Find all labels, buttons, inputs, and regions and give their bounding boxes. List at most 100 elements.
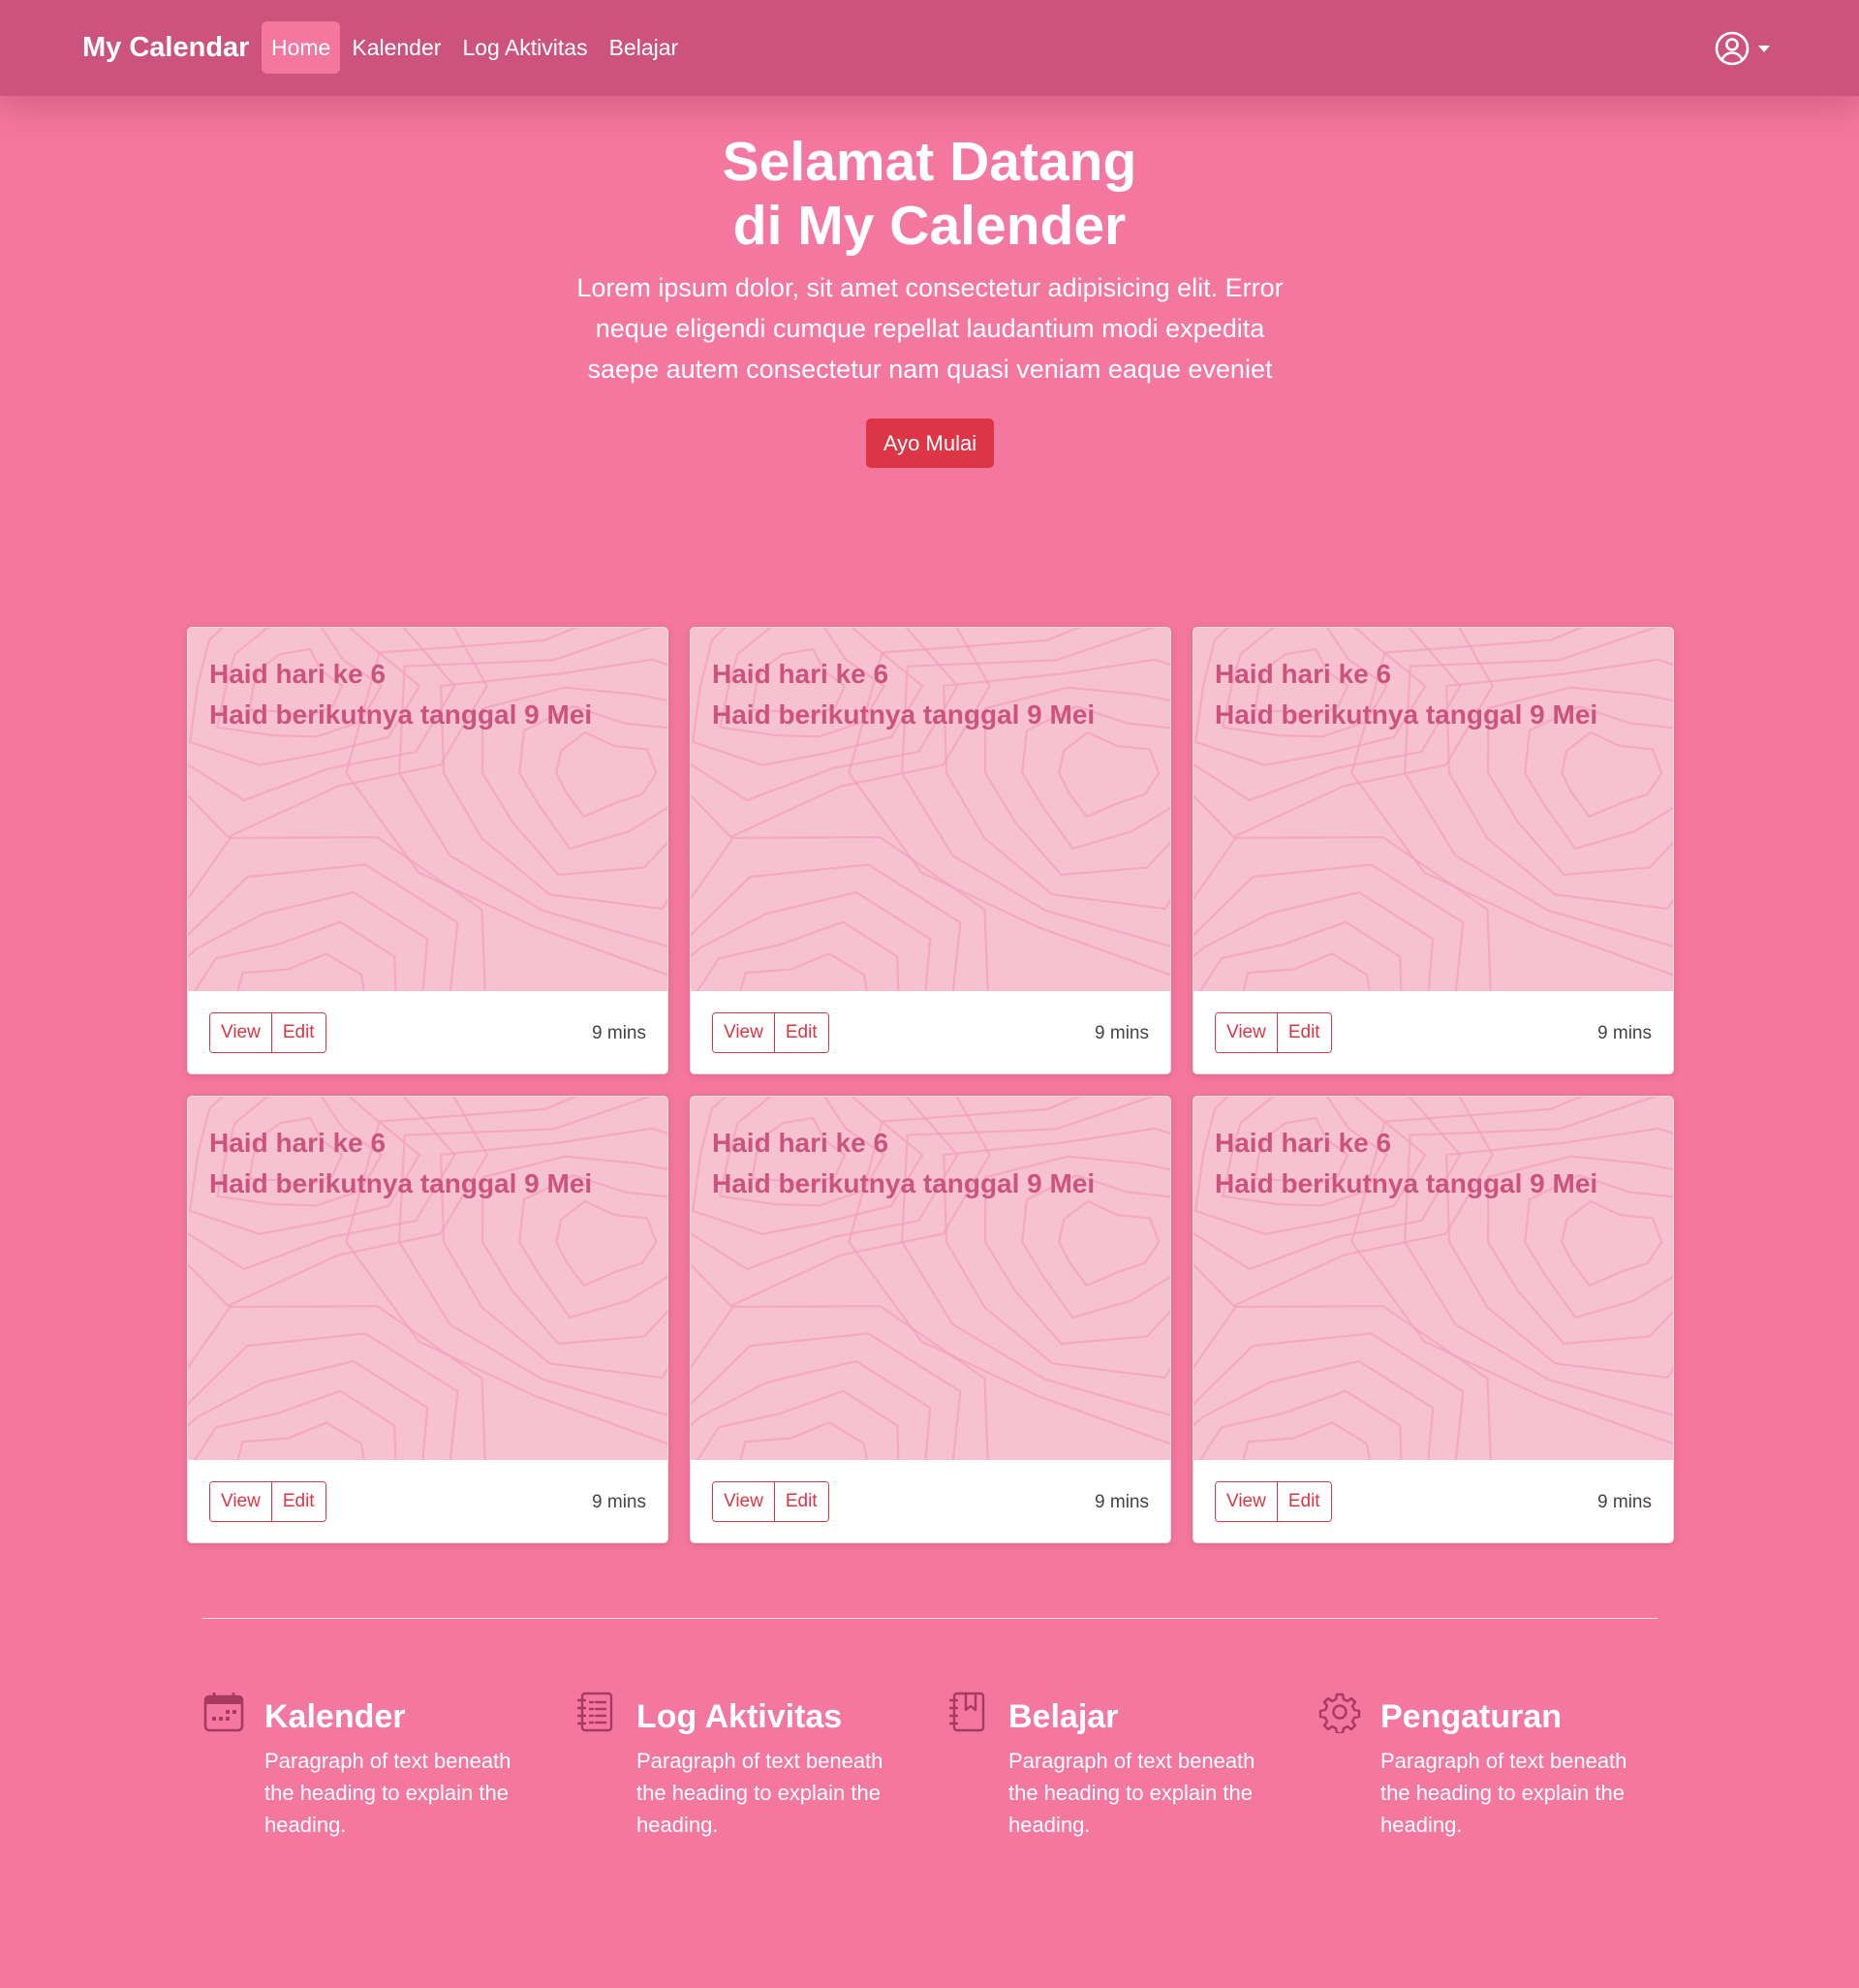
nav-link-log-aktivitas[interactable]: Log Aktivitas (452, 21, 597, 74)
contour-line (193, 920, 397, 991)
gear-icon (1318, 1691, 1361, 1735)
card-title-line2: Haid berikutnya tanggal 9 Mei (209, 699, 593, 730)
card-footer: View Edit 9 mins (691, 1460, 1170, 1542)
edit-button[interactable]: Edit (773, 1013, 828, 1052)
contour-line (1561, 1199, 1663, 1288)
card-image: Haid hari ke 6 Haid berikutnya tanggal 9… (188, 628, 667, 991)
info-card: Haid hari ke 6 Haid berikutnya tanggal 9… (187, 1096, 668, 1543)
view-button[interactable]: View (713, 1482, 774, 1521)
card-button-group: View Edit (1215, 1012, 1332, 1053)
contour-line (1058, 1199, 1161, 1288)
contour-line (1193, 1305, 1492, 1460)
feature-text: Paragraph of text beneath the heading to… (1008, 1749, 1255, 1837)
card-title-line2: Haid berikutnya tanggal 9 Mei (1215, 699, 1598, 730)
card-footer: View Edit 9 mins (1193, 991, 1673, 1073)
contour-line (188, 836, 486, 991)
view-button[interactable]: View (713, 1013, 774, 1052)
view-button[interactable]: View (1216, 1013, 1277, 1052)
brand-link[interactable]: My Calendar (82, 32, 249, 64)
card-title-line1: Haid hari ke 6 (209, 659, 387, 689)
view-button[interactable]: View (1216, 1482, 1277, 1521)
edit-button[interactable]: Edit (1276, 1013, 1331, 1052)
hero-title-line2: di My Calender (732, 195, 1127, 257)
contour-line (1193, 1332, 1465, 1460)
card-title-line2: Haid berikutnya tanggal 9 Mei (209, 1168, 593, 1198)
feature-title: Belajar (1008, 1698, 1119, 1735)
card-footer: View Edit 9 mins (1193, 1460, 1673, 1542)
contour-line (739, 1421, 869, 1460)
contour-line (188, 863, 459, 991)
view-button[interactable]: View (210, 1013, 271, 1052)
card-time: 9 mins (1597, 1023, 1652, 1043)
card-time: 9 mins (1095, 1023, 1149, 1043)
contour-line (691, 836, 989, 991)
contour-line (691, 1332, 962, 1460)
navbar: My Calendar Home Kalender Log Aktivitas … (0, 0, 1859, 96)
contour-line (1242, 1421, 1372, 1460)
journal-bookmark-icon (946, 1691, 989, 1733)
nav-link-home[interactable]: Home (262, 21, 341, 74)
card-title: Haid hari ke 6 Haid berikutnya tanggal 9… (209, 1123, 655, 1204)
card-image: Haid hari ke 6 Haid berikutnya tanggal 9… (1193, 628, 1673, 991)
nav-link-belajar[interactable]: Belajar (600, 21, 689, 74)
card-footer: View Edit 9 mins (691, 991, 1170, 1073)
card-title-line1: Haid hari ke 6 (712, 659, 889, 689)
info-card: Haid hari ke 6 Haid berikutnya tanggal 9… (1193, 1096, 1674, 1543)
card-time: 9 mins (592, 1492, 646, 1512)
contour-line (696, 1389, 900, 1460)
contour-line (1561, 730, 1663, 819)
calendar-icon (202, 1691, 245, 1733)
section-divider (202, 1618, 1658, 1619)
card-title: Haid hari ke 6 Haid berikutnya tanggal 9… (712, 1123, 1158, 1204)
edit-button[interactable]: Edit (1276, 1482, 1331, 1521)
card-time: 9 mins (592, 1023, 646, 1043)
hero-title-line1: Selamat Datang (722, 131, 1137, 193)
edit-button[interactable]: Edit (270, 1482, 325, 1521)
edit-button[interactable]: Edit (270, 1013, 325, 1052)
card-time: 9 mins (1597, 1492, 1652, 1512)
contour-line (1242, 952, 1372, 991)
card-title-line1: Haid hari ke 6 (1215, 659, 1392, 689)
card-time: 9 mins (1095, 1492, 1149, 1512)
contour-line (691, 1305, 989, 1460)
card-image: Haid hari ke 6 Haid berikutnya tanggal 9… (691, 1097, 1170, 1460)
card-title: Haid hari ke 6 Haid berikutnya tanggal 9… (209, 654, 655, 735)
contour-line (555, 730, 658, 819)
contour-line (188, 1332, 459, 1460)
contour-line (188, 1305, 486, 1460)
contour-line (193, 1389, 397, 1460)
contour-line (1058, 730, 1161, 819)
card-image: Haid hari ke 6 Haid berikutnya tanggal 9… (1193, 1097, 1673, 1460)
hero-description: Lorem ipsum dolor, sit amet consectetur … (576, 273, 1284, 384)
contour-line (1198, 920, 1403, 991)
start-button[interactable]: Ayo Mulai (866, 419, 994, 468)
card-footer: View Edit 9 mins (188, 991, 667, 1073)
contour-line (691, 863, 962, 991)
contour-line (236, 952, 366, 991)
feature-title: Log Aktivitas (636, 1698, 843, 1735)
info-card: Haid hari ke 6 Haid berikutnya tanggal 9… (1193, 627, 1674, 1074)
card-title-line1: Haid hari ke 6 (1215, 1128, 1392, 1158)
card-title-line1: Haid hari ke 6 (209, 1128, 387, 1158)
card-title: Haid hari ke 6 Haid berikutnya tanggal 9… (1215, 1123, 1660, 1204)
contour-line (1198, 1389, 1403, 1460)
feature-text: Paragraph of text beneath the heading to… (264, 1749, 511, 1837)
card-title: Haid hari ke 6 Haid berikutnya tanggal 9… (712, 654, 1158, 735)
info-card: Haid hari ke 6 Haid berikutnya tanggal 9… (690, 1096, 1171, 1543)
card-image: Haid hari ke 6 Haid berikutnya tanggal 9… (691, 628, 1170, 991)
journal-list-icon (574, 1691, 617, 1733)
hero-title: Selamat Datang di My Calender (0, 130, 1859, 258)
card-button-group: View Edit (1215, 1481, 1332, 1522)
card-title: Haid hari ke 6 Haid berikutnya tanggal 9… (1215, 654, 1660, 735)
user-circle-icon (1715, 31, 1750, 71)
edit-button[interactable]: Edit (773, 1482, 828, 1521)
user-menu-dropdown[interactable] (1715, 31, 1770, 71)
nav-link-kalender[interactable]: Kalender (342, 21, 450, 74)
contour-line (696, 920, 900, 991)
view-button[interactable]: View (210, 1482, 271, 1521)
card-title-line2: Haid berikutnya tanggal 9 Mei (712, 699, 1096, 730)
feature-text: Paragraph of text beneath the heading to… (1380, 1749, 1627, 1837)
contour-line (555, 1199, 658, 1288)
info-card: Haid hari ke 6 Haid berikutnya tanggal 9… (690, 627, 1171, 1074)
chevron-down-icon (1758, 46, 1770, 52)
